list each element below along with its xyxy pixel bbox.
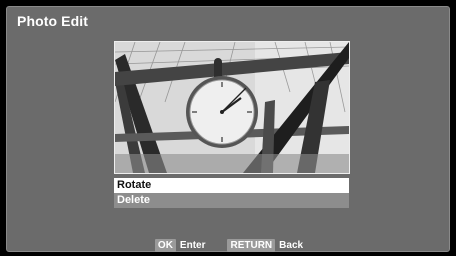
return-key-label: Back (279, 240, 304, 251)
ok-key[interactable]: OK (154, 239, 176, 252)
photo-edit-panel: Photo Edit Rotate Delete OK Enter RETURN… (6, 6, 450, 252)
photo-preview (114, 41, 350, 174)
page-title: Photo Edit (17, 13, 88, 29)
menu-item-delete[interactable]: Delete (114, 193, 349, 208)
ok-key-label: Enter (179, 240, 206, 251)
clock-photo-image (115, 42, 349, 173)
key-guide: OK Enter RETURN Back (7, 239, 451, 253)
return-key[interactable]: RETURN (227, 239, 276, 252)
menu-item-rotate[interactable]: Rotate (114, 178, 349, 193)
tv-screen: Photo Edit Rotate Delete OK Enter RETURN… (0, 0, 456, 256)
photo-edit-menu: Rotate Delete (114, 178, 349, 208)
